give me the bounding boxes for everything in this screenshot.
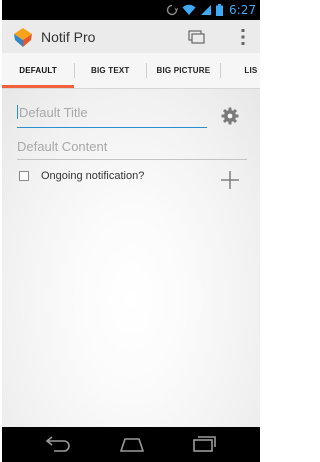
navigation-bar: [2, 427, 260, 462]
app-title: Notif Pro: [41, 28, 96, 45]
ongoing-label: Ongoing notification?: [41, 170, 145, 182]
home-icon[interactable]: [118, 435, 146, 453]
status-bar: 6:27: [2, 0, 260, 20]
text-cursor: [17, 105, 18, 119]
notification-form: Default Title Default Content Ongoing no…: [2, 89, 260, 427]
tab-default[interactable]: DEFAULT: [2, 53, 75, 88]
recent-apps-icon[interactable]: [190, 435, 218, 453]
title-field[interactable]: Default Title: [17, 105, 207, 128]
battery-icon: [216, 4, 224, 16]
gear-icon[interactable]: [221, 107, 239, 125]
tab-big-text[interactable]: BIG TEXT: [74, 53, 146, 88]
tab-bar: DEFAULT BIG TEXT BIG PICTURE LIS: [2, 53, 260, 89]
back-icon[interactable]: [44, 435, 72, 453]
tab-label: BIG TEXT: [90, 66, 130, 75]
tab-label: LIS: [244, 66, 258, 75]
clock: 6:27: [229, 3, 256, 17]
tab-big-picture[interactable]: BIG PICTURE: [146, 53, 220, 88]
title-placeholder: Default Title: [19, 105, 88, 120]
add-icon[interactable]: [220, 170, 240, 190]
overflow-menu-icon[interactable]: [232, 26, 254, 48]
copy-icon[interactable]: [186, 26, 208, 48]
action-bar: Notif Pro: [2, 20, 260, 53]
tab-list[interactable]: LIS: [220, 53, 260, 88]
content-field[interactable]: Default Content: [17, 139, 247, 160]
ongoing-checkbox[interactable]: [19, 171, 29, 181]
notif-pro-logo-icon: [12, 26, 34, 48]
content-placeholder: Default Content: [17, 139, 108, 154]
app-screen: 6:27 Notif Pro DEFAULT BIG TEXT BIG PICT…: [2, 0, 260, 462]
signal-icon: [200, 4, 212, 16]
tab-label: BIG PICTURE: [156, 66, 211, 75]
ongoing-row: Ongoing notification?: [19, 170, 144, 182]
wifi-icon: [182, 4, 196, 16]
tab-label: DEFAULT: [19, 66, 57, 75]
sync-icon: [166, 4, 179, 16]
